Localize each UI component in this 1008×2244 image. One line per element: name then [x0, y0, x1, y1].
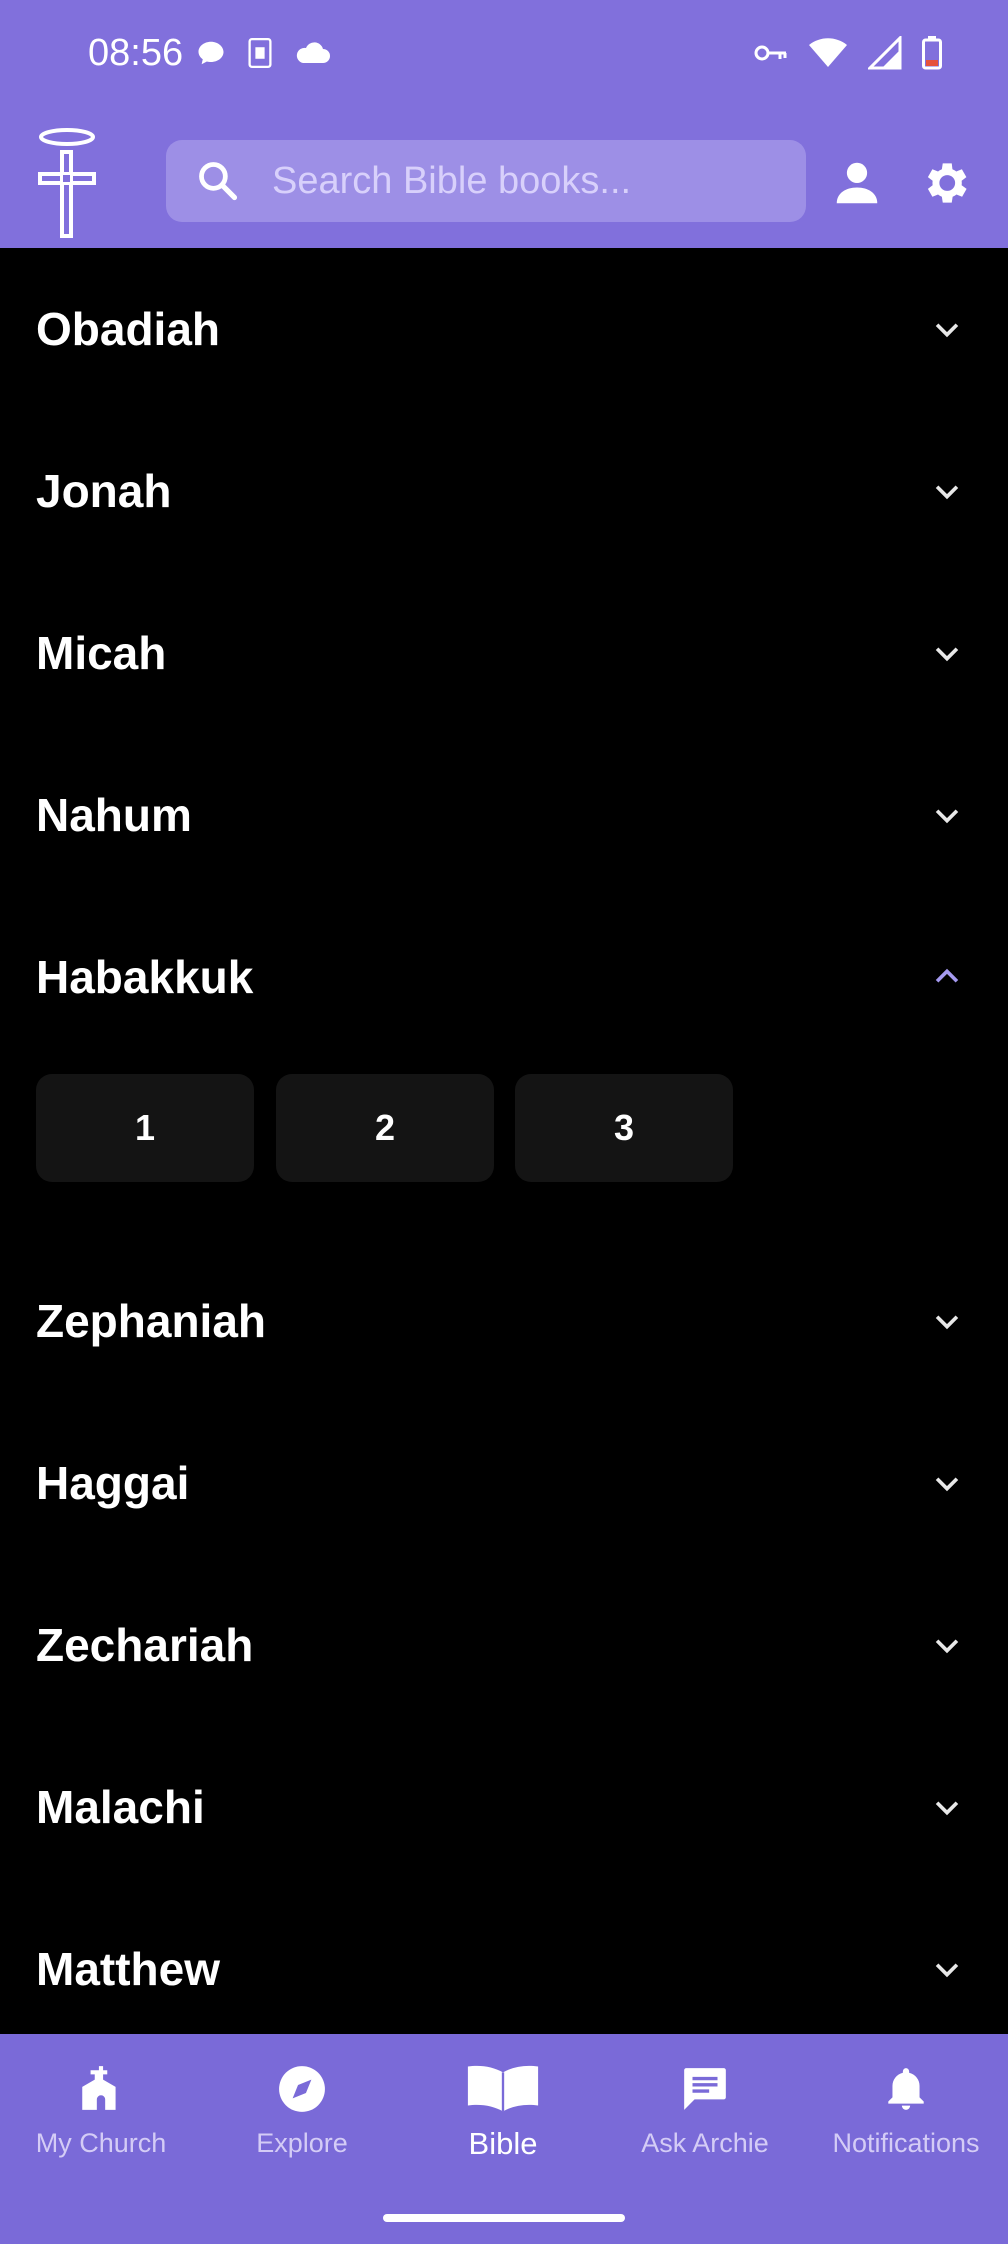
status-bar: 08:56 — [0, 0, 1008, 118]
book-title: Haggai — [36, 1457, 190, 1509]
book-row-jonah[interactable]: Jonah — [0, 410, 1008, 572]
chevron-down-icon — [935, 1801, 959, 1816]
nav-bible[interactable]: Bible — [403, 2064, 603, 2162]
book-title: Malachi — [36, 1781, 205, 1833]
nav-my-church[interactable]: My Church — [1, 2064, 201, 2159]
book-title: Zephaniah — [36, 1295, 267, 1347]
chevron-down-icon — [935, 1639, 959, 1654]
book-row-zephaniah[interactable]: Zephaniah — [0, 1240, 1008, 1402]
chevron-up-icon — [935, 968, 959, 983]
chevron-down-icon — [935, 485, 959, 500]
book-row-matthew[interactable]: Matthew — [0, 1888, 1008, 2050]
book-title: Nahum — [36, 789, 192, 841]
status-left-icons — [196, 38, 330, 68]
book-row-habakkuk[interactable]: Habakkuk — [0, 896, 1008, 1058]
book-title: Micah — [36, 627, 167, 679]
vpn-key-icon — [754, 45, 787, 61]
book-row-nahum[interactable]: Nahum — [0, 734, 1008, 896]
chevron-down-icon — [935, 809, 959, 824]
chapter-button-3[interactable]: 3 — [515, 1074, 733, 1182]
book-row-obadiah[interactable]: Obadiah — [0, 248, 1008, 410]
nav-label: Notifications — [832, 2128, 980, 2158]
book-title: Jonah — [36, 465, 172, 517]
book-row-zechariah[interactable]: Zechariah — [0, 1564, 1008, 1726]
bell-icon — [888, 2068, 924, 2110]
book-title: Habakkuk — [36, 951, 254, 1003]
wifi-icon — [809, 38, 847, 67]
search-input[interactable] — [270, 158, 774, 204]
chevron-down-icon — [935, 647, 959, 662]
book-title: Matthew — [36, 1943, 220, 1995]
compass-icon — [279, 2066, 325, 2112]
nav-label: My Church — [35, 2128, 167, 2158]
signal-icon — [868, 36, 902, 70]
bottom-navigation: My Church Explore Bible Ask Archie Notif… — [0, 2034, 1008, 2244]
book-row-malachi[interactable]: Malachi — [0, 1726, 1008, 1888]
book-title: Zechariah — [36, 1619, 254, 1671]
status-right-icons — [754, 36, 942, 70]
search-bar[interactable] — [166, 140, 806, 222]
nav-notifications[interactable]: Notifications — [806, 2064, 1006, 2159]
nav-ask-archie[interactable]: Ask Archie — [605, 2064, 805, 2159]
cross-halo-logo[interactable] — [36, 126, 98, 238]
sim-card-icon — [248, 38, 272, 68]
chapter-grid-habakkuk: 1 2 3 — [0, 1058, 1008, 1240]
nav-explore[interactable]: Explore — [202, 2064, 402, 2159]
chapter-button-2[interactable]: 2 — [276, 1074, 494, 1182]
status-time: 08:56 — [88, 32, 184, 74]
settings-gear-icon[interactable] — [918, 156, 972, 210]
app-header — [0, 118, 1008, 248]
search-icon — [199, 162, 238, 201]
nav-label: Bible — [468, 2126, 538, 2161]
profile-icon[interactable] — [830, 156, 884, 210]
chat-bubble-icon — [198, 41, 224, 65]
open-book-icon — [467, 2065, 539, 2112]
chevron-down-icon — [935, 323, 959, 338]
chapter-button-1[interactable]: 1 — [36, 1074, 254, 1182]
book-row-micah[interactable]: Micah — [0, 572, 1008, 734]
book-row-haggai[interactable]: Haggai — [0, 1402, 1008, 1564]
chevron-down-icon — [935, 1477, 959, 1492]
cloud-icon — [296, 42, 330, 63]
nav-label: Ask Archie — [641, 2128, 769, 2158]
battery-low-icon — [922, 36, 942, 70]
chevron-down-icon — [935, 1963, 959, 1978]
bible-book-list: Obadiah Jonah Micah Nahum Habakkuk 1 2 3… — [0, 248, 1008, 2050]
book-title: Obadiah — [36, 303, 221, 355]
chat-message-icon — [684, 2068, 726, 2110]
chevron-down-icon — [935, 1315, 959, 1330]
church-icon — [82, 2066, 116, 2110]
home-indicator[interactable] — [383, 2214, 625, 2222]
nav-label: Explore — [256, 2128, 348, 2158]
